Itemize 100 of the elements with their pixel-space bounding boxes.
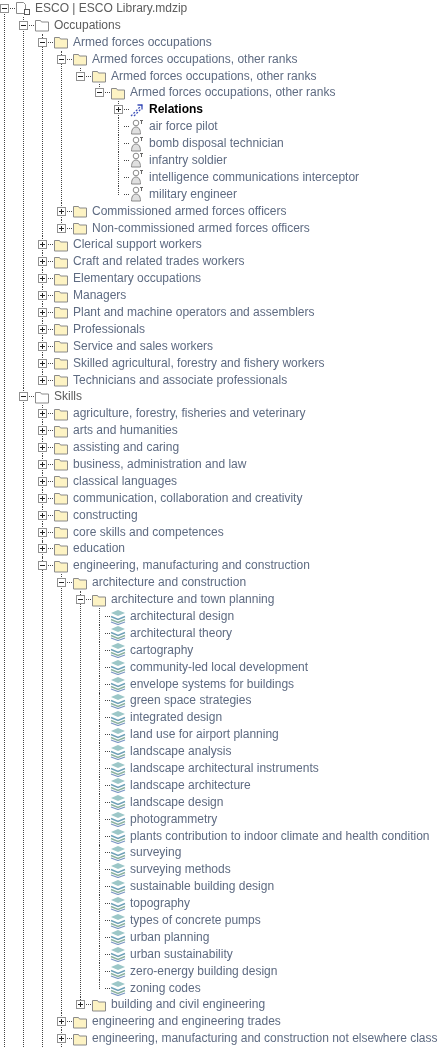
tree-item-label[interactable]: communication, collaboration and creativity bbox=[73, 490, 303, 506]
tree-item-label[interactable]: assisting and caring bbox=[73, 440, 180, 456]
tree-item-label[interactable]: engineering and engineering trades bbox=[92, 1014, 281, 1030]
tree-item-label[interactable]: engineering, manufacturing and construction not elsewhere class bbox=[92, 1031, 438, 1047]
tree-item-label[interactable]: landscape design bbox=[130, 794, 224, 810]
tree-item-label[interactable]: landscape architecture bbox=[130, 777, 251, 793]
tree-item-label[interactable]: Plant and machine operators and assemblers bbox=[73, 304, 315, 320]
tree-item-label[interactable]: business, administration and law bbox=[73, 457, 247, 472]
tree-item-label[interactable]: classical languages bbox=[73, 473, 178, 489]
expand-icon[interactable] bbox=[38, 324, 47, 334]
collapse-icon[interactable] bbox=[38, 37, 47, 47]
tree-item-label[interactable]: architectural theory bbox=[130, 625, 233, 641]
tree-item-label[interactable]: engineering, manufacturing and construction bbox=[73, 558, 310, 574]
expand-icon[interactable] bbox=[38, 443, 47, 453]
person-icon bbox=[129, 118, 145, 135]
tree-item-label[interactable]: architectural design bbox=[130, 609, 235, 624]
tree-item-label[interactable]: types of concrete pumps bbox=[130, 913, 261, 929]
tree-item-label[interactable]: constructing bbox=[73, 507, 138, 523]
tree-item-label[interactable]: land use for airport planning bbox=[130, 727, 279, 743]
tree-item-label[interactable]: education bbox=[73, 541, 126, 557]
tree-item-label[interactable]: building and civil engineering bbox=[111, 997, 266, 1013]
collapse-icon[interactable] bbox=[19, 20, 28, 30]
tree-item-label[interactable]: Clerical support workers bbox=[73, 237, 202, 253]
layers-icon bbox=[110, 726, 126, 743]
tree-item-label[interactable]: core skills and competences bbox=[73, 524, 224, 540]
collapse-icon[interactable] bbox=[95, 88, 104, 98]
tree-item-label[interactable]: landscape architectural instruments bbox=[130, 761, 319, 776]
tree-item-label[interactable]: architecture and town planning bbox=[111, 592, 275, 608]
collapse-icon[interactable] bbox=[57, 578, 66, 588]
collapse-icon[interactable] bbox=[0, 3, 9, 13]
expand-icon[interactable] bbox=[38, 476, 47, 486]
expand-icon[interactable] bbox=[38, 240, 47, 250]
tree-item-label[interactable]: topography bbox=[130, 896, 191, 912]
expand-icon[interactable] bbox=[114, 105, 123, 115]
expand-icon[interactable] bbox=[38, 493, 47, 503]
expand-icon[interactable] bbox=[38, 307, 47, 317]
expand-icon[interactable] bbox=[76, 1000, 85, 1010]
expand-icon[interactable] bbox=[38, 358, 47, 368]
tree-item-label[interactable]: plants contribution to indoor climate and health condition bbox=[130, 828, 430, 844]
tree-item-label[interactable]: Armed forces occupations, other ranks bbox=[130, 85, 336, 101]
folder-icon bbox=[53, 507, 69, 524]
tree-item-label[interactable]: Craft and related trades workers bbox=[73, 254, 245, 270]
tree-item-label[interactable]: Technicians and associate professionals bbox=[73, 372, 288, 388]
tree-item-label[interactable]: Occupations bbox=[54, 17, 121, 33]
tree-item-label[interactable]: zero-energy building design bbox=[130, 963, 278, 979]
expand-icon[interactable] bbox=[38, 257, 47, 267]
expand-icon[interactable] bbox=[38, 274, 47, 284]
tree-item-label[interactable]: cartography bbox=[130, 642, 194, 658]
expand-icon[interactable] bbox=[38, 527, 47, 537]
tree-item-label[interactable]: urban planning bbox=[130, 929, 210, 945]
expand-icon[interactable] bbox=[57, 206, 66, 216]
tree-item-label[interactable]: Elementary occupations bbox=[73, 271, 202, 287]
tree-item-label[interactable]: green space strategies bbox=[130, 693, 252, 709]
tree-item-label[interactable]: Managers bbox=[73, 288, 127, 304]
tree-item-label[interactable]: surveying methods bbox=[130, 862, 231, 878]
expand-icon[interactable] bbox=[38, 341, 47, 351]
expand-icon[interactable] bbox=[57, 1034, 66, 1044]
expand-icon[interactable] bbox=[38, 460, 47, 469]
tree-item-label[interactable]: photogrammetry bbox=[130, 811, 218, 827]
tree-item-label[interactable]: sustainable building design bbox=[130, 879, 275, 895]
tree-item-label[interactable]: Non-commissioned armed forces officers bbox=[92, 220, 310, 236]
collapse-icon[interactable] bbox=[57, 54, 66, 64]
expand-icon[interactable] bbox=[38, 544, 47, 554]
tree-item-label[interactable]: air force pilot bbox=[149, 119, 218, 135]
expand-icon[interactable] bbox=[38, 510, 47, 520]
tree-item-label[interactable]: Armed forces occupations, other ranks bbox=[111, 68, 317, 84]
expand-icon[interactable] bbox=[38, 409, 47, 419]
expand-icon[interactable] bbox=[57, 223, 66, 233]
collapse-icon[interactable] bbox=[76, 71, 85, 81]
tree-item-label[interactable]: zoning codes bbox=[130, 980, 201, 996]
tree-item-label[interactable]: community-led local development bbox=[130, 659, 309, 675]
tree-item-label[interactable]: urban sustainability bbox=[130, 946, 233, 962]
tree-item-label[interactable]: Service and sales workers bbox=[73, 338, 214, 354]
tree-item-label[interactable]: arts and humanities bbox=[73, 423, 178, 439]
tree-item-label[interactable]: ESCO | ESCO Library.mdzip bbox=[35, 0, 188, 16]
collapse-icon[interactable] bbox=[38, 561, 47, 571]
collapse-icon[interactable] bbox=[19, 392, 28, 402]
collapse-icon[interactable] bbox=[76, 595, 85, 605]
tree-item-label[interactable]: bomb disposal technician bbox=[149, 136, 284, 152]
tree-item-label[interactable]: Professionals bbox=[73, 321, 146, 337]
tree-item-label[interactable]: surveying bbox=[130, 845, 182, 861]
expand-icon[interactable] bbox=[38, 426, 47, 436]
tree-item-label[interactable]: Armed forces occupations, other ranks bbox=[92, 51, 298, 67]
tree-item-label[interactable]: military engineer bbox=[149, 186, 238, 202]
tree-item-label[interactable]: architecture and construction bbox=[92, 575, 247, 591]
tree-item-label[interactable]: Commissioned armed forces officers bbox=[92, 203, 287, 219]
tree-item-label[interactable]: Skills bbox=[54, 389, 82, 405]
tree-item-label[interactable]: intelligence communications interceptor bbox=[149, 169, 360, 185]
tree-item-label[interactable]: agriculture, forestry, fisheries and veterinary bbox=[73, 406, 306, 422]
expand-icon[interactable] bbox=[57, 1017, 66, 1027]
expand-icon[interactable] bbox=[38, 291, 47, 301]
tree-item-label[interactable]: Armed forces occupations bbox=[73, 34, 212, 50]
tree-item-label[interactable]: integrated design bbox=[130, 710, 223, 726]
expand-icon[interactable] bbox=[38, 375, 47, 385]
tree-item-label[interactable]: landscape analysis bbox=[130, 744, 232, 760]
tree-item-label[interactable]: envelope systems for buildings bbox=[130, 676, 295, 692]
tree-item-label[interactable]: Skilled agricultural, forestry and fishery workers bbox=[73, 355, 325, 371]
tree-item-label[interactable]: infantry soldier bbox=[149, 152, 228, 168]
tree-item-label[interactable]: Relations bbox=[149, 102, 203, 118]
layers-icon bbox=[110, 811, 126, 828]
